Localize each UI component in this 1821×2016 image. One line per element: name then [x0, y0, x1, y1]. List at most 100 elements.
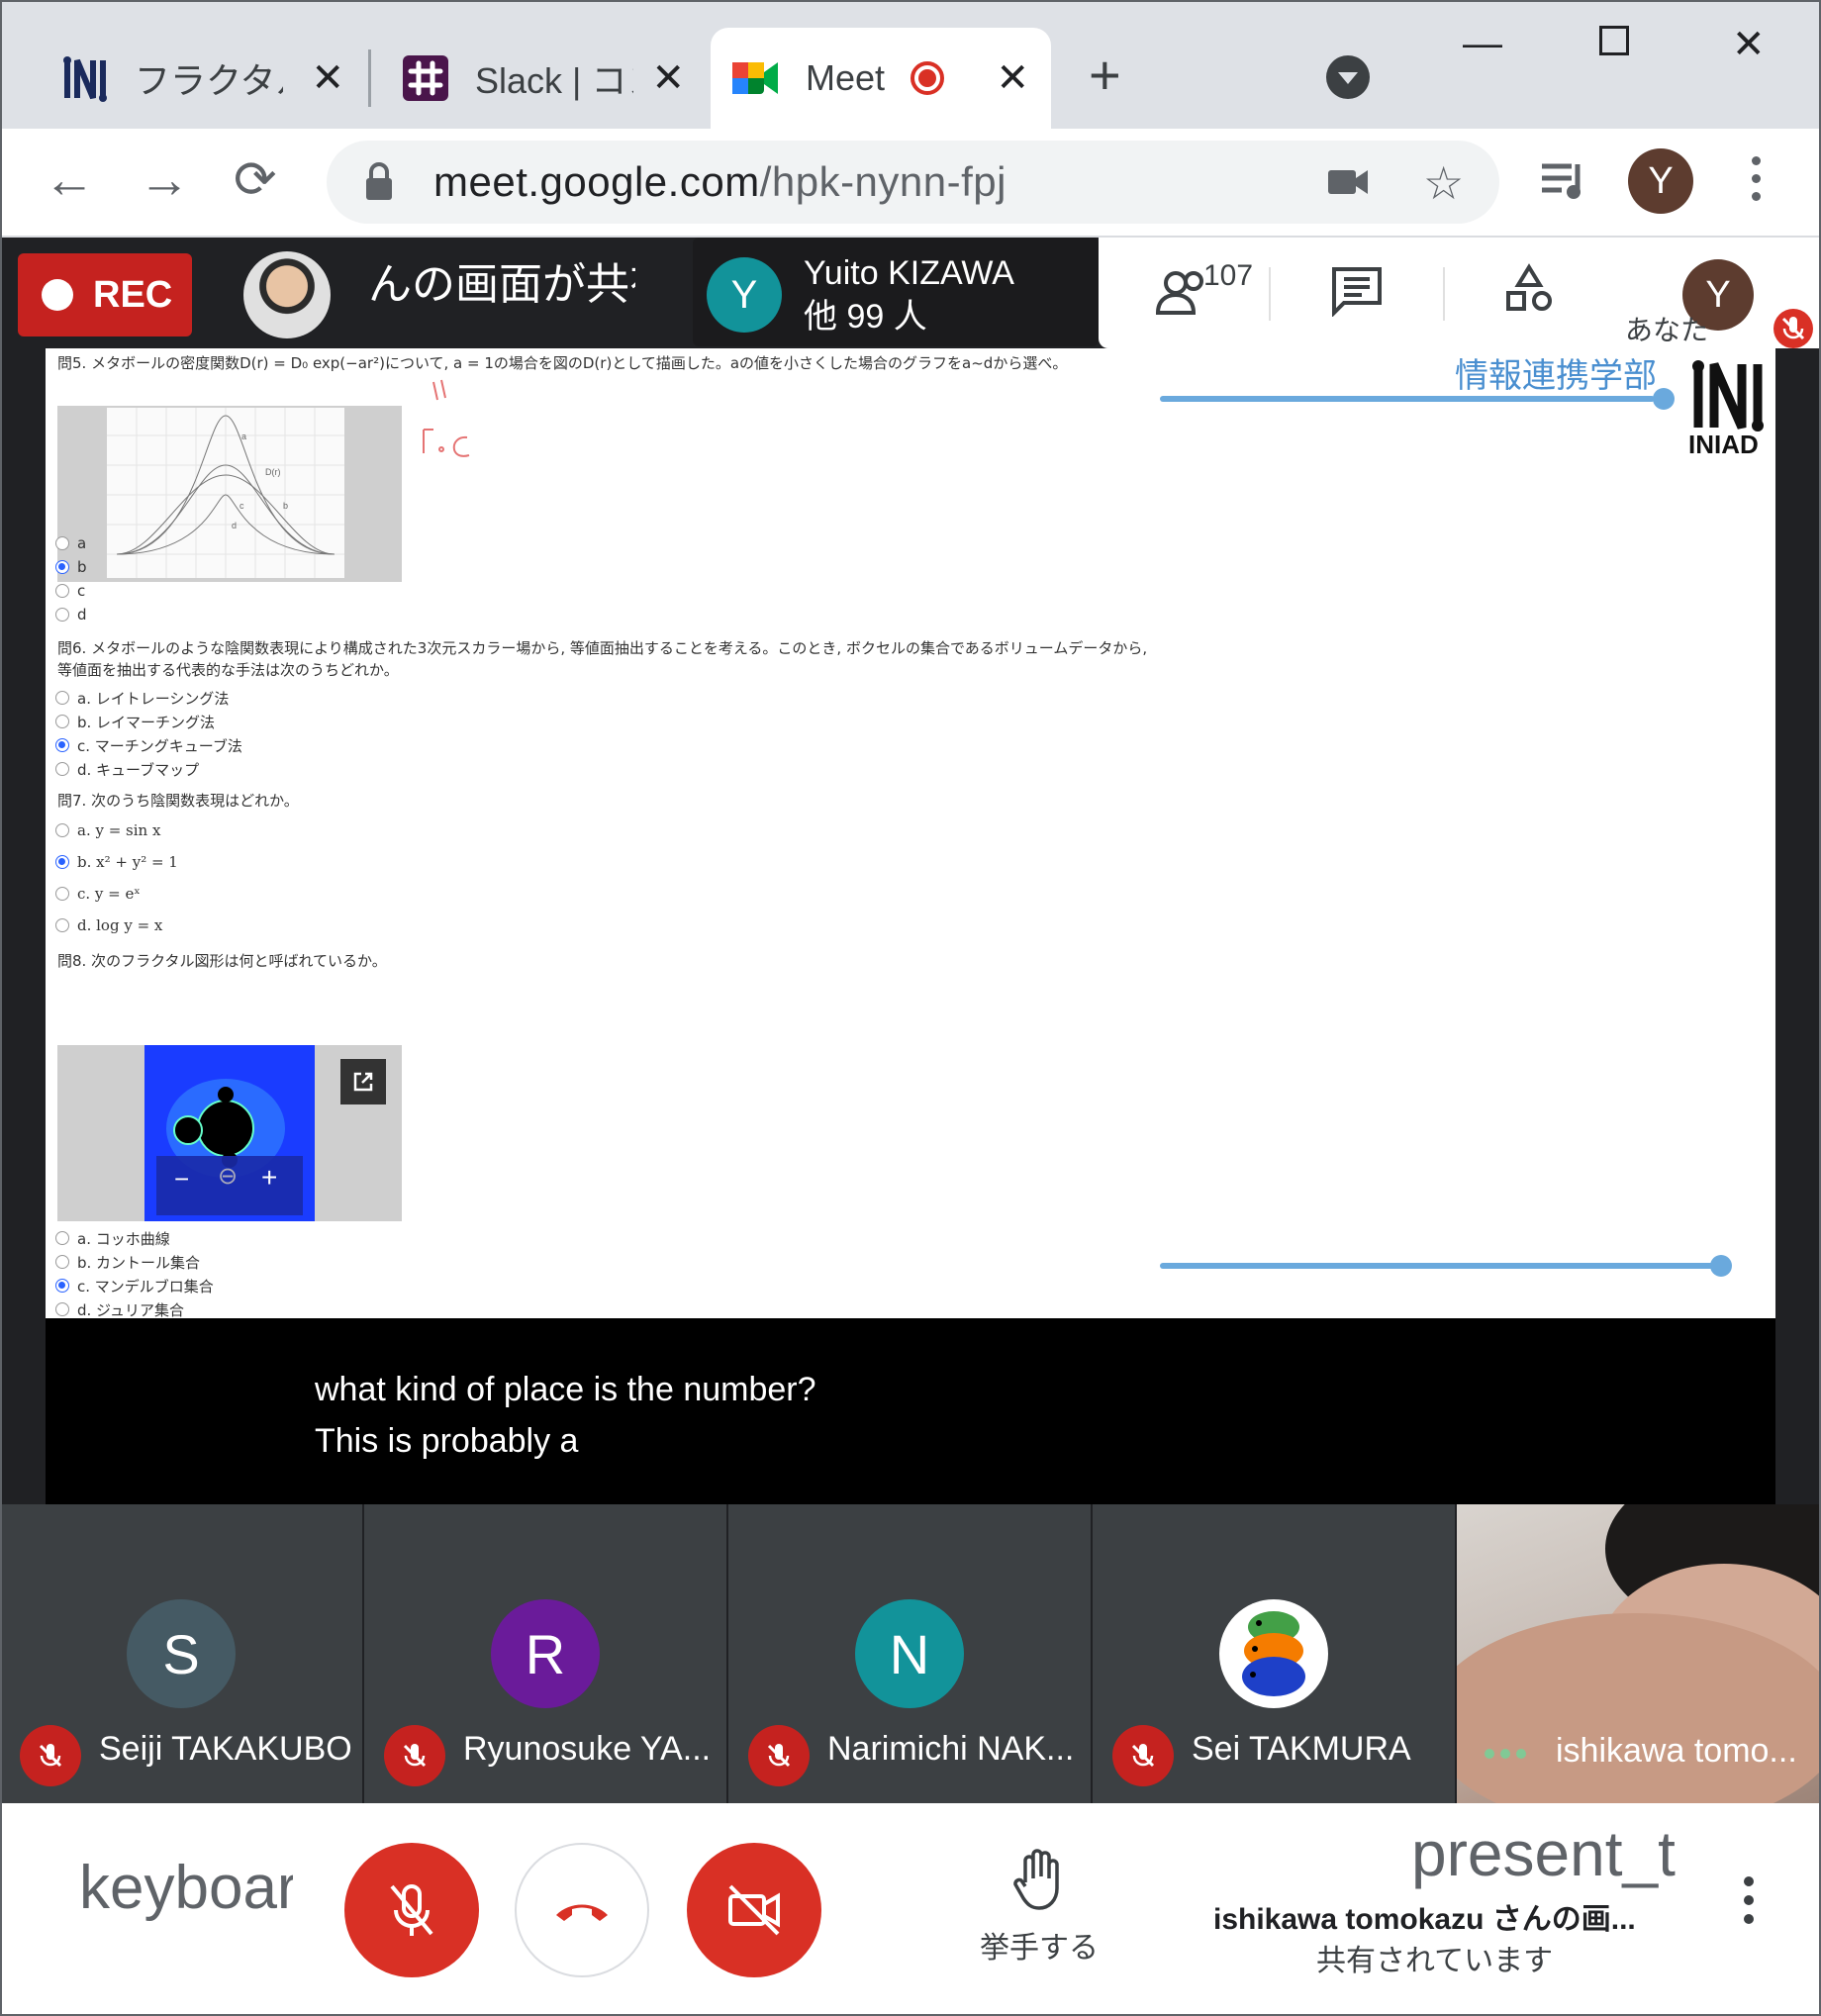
- participant-tile[interactable]: R Ryunosuke YA...: [364, 1504, 726, 1803]
- more-options-icon[interactable]: [1744, 1876, 1754, 1933]
- profile-avatar[interactable]: Y: [1628, 148, 1693, 214]
- radio-button-selected[interactable]: [55, 1279, 69, 1293]
- option-label: b: [77, 558, 87, 576]
- tab-title: フラクタルの: [135, 60, 283, 101]
- radio-button-selected[interactable]: [55, 855, 69, 869]
- option-label: d: [77, 606, 87, 624]
- option-label: d. log y = x: [77, 916, 163, 934]
- zoom-in-icon[interactable]: +: [261, 1162, 277, 1194]
- self-muted-icon: [1773, 309, 1813, 348]
- radio-button[interactable]: [55, 762, 69, 776]
- q6-option[interactable]: b. レイマーチング法: [55, 711, 215, 732]
- participant-strip: S Seiji TAKAKUBO R Ryunosuke YA... N Nar…: [0, 1504, 1821, 1803]
- question-8-text: 問8. 次のフラクタル図形は何と呼ばれているか。: [57, 952, 387, 970]
- participant-tile[interactable]: S Seiji TAKAKUBO: [0, 1504, 362, 1803]
- close-window-icon[interactable]: ✕: [1732, 22, 1766, 67]
- brand-line-bottom: [1160, 1263, 1714, 1269]
- participant-tile[interactable]: Sei TAKMURA: [1093, 1504, 1455, 1803]
- activities-icon[interactable]: [1504, 263, 1554, 320]
- maximize-icon[interactable]: [1599, 26, 1629, 55]
- radio-button[interactable]: [55, 608, 69, 622]
- participant-count: 107: [1203, 259, 1254, 292]
- q5-option[interactable]: a: [55, 532, 86, 554]
- q6-option[interactable]: d. キューブマップ: [55, 758, 199, 780]
- q6-option[interactable]: c. マーチングキューブ法: [55, 734, 242, 756]
- q6-option[interactable]: a. レイトレーシング法: [55, 687, 229, 709]
- radio-button[interactable]: [55, 887, 69, 901]
- participant-avatar: N: [855, 1599, 964, 1708]
- radio-button[interactable]: [55, 691, 69, 705]
- present-overlay-text: present_t: [1411, 1818, 1676, 1889]
- tab-slack[interactable]: Slack | コン ✕: [380, 28, 707, 129]
- tab-fractal[interactable]: フラクタルの ✕: [40, 28, 366, 129]
- zoom-icon[interactable]: ⊖: [218, 1162, 238, 1191]
- camera-in-use-icon[interactable]: [1326, 160, 1370, 209]
- brand-dot-top: [1653, 388, 1675, 410]
- speaking-indicator-icon: [1485, 1746, 1532, 1764]
- q8-option[interactable]: d. ジュリア集合: [55, 1298, 184, 1318]
- radio-button[interactable]: [55, 823, 69, 837]
- q5-option[interactable]: b: [55, 556, 87, 578]
- tab-search-icon[interactable]: [1326, 55, 1370, 99]
- graph-label-d: d: [232, 521, 238, 530]
- muted-mic-icon: [748, 1725, 810, 1786]
- participant-video-tile[interactable]: ishikawa tomo...: [1457, 1504, 1821, 1803]
- record-dot-icon: [42, 279, 73, 311]
- q8-option[interactable]: a. コッホ曲線: [55, 1227, 170, 1249]
- recording-indicator-icon: [910, 61, 944, 95]
- zoom-out-icon[interactable]: −: [174, 1164, 189, 1195]
- address-bar[interactable]: meet.google.com/hpk-nynn-fpj ☆: [327, 141, 1499, 224]
- radio-button-selected[interactable]: [55, 738, 69, 752]
- q5-option[interactable]: c: [55, 580, 85, 602]
- fractal-image: − ⊖ +: [57, 1045, 402, 1221]
- radio-button-selected[interactable]: [55, 560, 69, 574]
- radio-button[interactable]: [55, 715, 69, 728]
- iniad-logo-icon: [1688, 358, 1768, 436]
- caption-line-2: This is probably a: [315, 1422, 579, 1460]
- close-tab-icon[interactable]: ✕: [311, 55, 344, 101]
- participant-name: Narimichi NAK...: [827, 1730, 1075, 1768]
- browser-menu-icon[interactable]: [1752, 156, 1762, 210]
- close-tab-icon[interactable]: ✕: [996, 55, 1029, 101]
- new-tab-button[interactable]: +: [1089, 48, 1121, 103]
- meeting-stage: REC んの画面が共有されています Y Yuito KIZAWA 他 99 人 …: [0, 238, 1821, 1558]
- q7-option[interactable]: d. log y = x: [55, 914, 162, 936]
- bookmark-star-icon[interactable]: ☆: [1423, 156, 1464, 210]
- radio-button[interactable]: [55, 536, 69, 550]
- radio-button[interactable]: [55, 1231, 69, 1245]
- q7-option[interactable]: c. y = eˣ: [55, 883, 141, 905]
- camera-toggle-button[interactable]: [687, 1843, 821, 1977]
- option-label: c. マンデルブロ集合: [77, 1277, 214, 1296]
- radio-button[interactable]: [55, 584, 69, 598]
- minimize-icon[interactable]: —: [1463, 22, 1502, 66]
- brand-line-top: [1160, 396, 1655, 402]
- metaball-graph: a D(r) b c d: [57, 406, 402, 582]
- q8-option[interactable]: b. カントール集合: [55, 1251, 200, 1273]
- keyboard-overlay-text: keyboard: [79, 1854, 293, 1922]
- chat-icon[interactable]: [1330, 265, 1384, 322]
- q8-option[interactable]: c. マンデルブロ集合: [55, 1275, 214, 1296]
- tab-strip: フラクタルの ✕ Slack | コン ✕ Meet ✕ + — ✕: [0, 0, 1821, 129]
- question-5-text: 問5. メタボールの密度関数D(r) = D₀ exp(−ar²)について, a…: [57, 354, 1068, 372]
- presenting-status-sub: 共有されています: [1316, 1945, 1554, 1977]
- radio-button[interactable]: [55, 1255, 69, 1269]
- q7-option[interactable]: a. y = sin x: [55, 819, 160, 841]
- participant-tile[interactable]: N Narimichi NAK...: [728, 1504, 1091, 1803]
- tab-meet[interactable]: Meet ✕: [711, 28, 1051, 129]
- radio-button[interactable]: [55, 1302, 69, 1316]
- reload-icon[interactable]: ⟳: [234, 152, 277, 208]
- back-icon[interactable]: ←: [44, 152, 95, 208]
- q5-option[interactable]: d: [55, 604, 87, 625]
- q7-option[interactable]: b. x² + y² = 1: [55, 851, 178, 873]
- leave-call-button[interactable]: [515, 1843, 649, 1977]
- presenting-status[interactable]: ishikawa tomokazu さんの画...: [1213, 1894, 1636, 1938]
- mic-toggle-button[interactable]: [344, 1843, 479, 1977]
- close-tab-icon[interactable]: ✕: [651, 55, 685, 101]
- graph-label-c: c: [240, 501, 244, 511]
- participant-name: ishikawa tomo...: [1556, 1732, 1797, 1770]
- open-external-icon[interactable]: [340, 1059, 386, 1104]
- raise-hand-button[interactable]: 挙手する: [970, 1849, 1108, 1967]
- media-control-icon[interactable]: [1540, 158, 1589, 209]
- forward-icon[interactable]: →: [139, 152, 190, 208]
- radio-button[interactable]: [55, 918, 69, 932]
